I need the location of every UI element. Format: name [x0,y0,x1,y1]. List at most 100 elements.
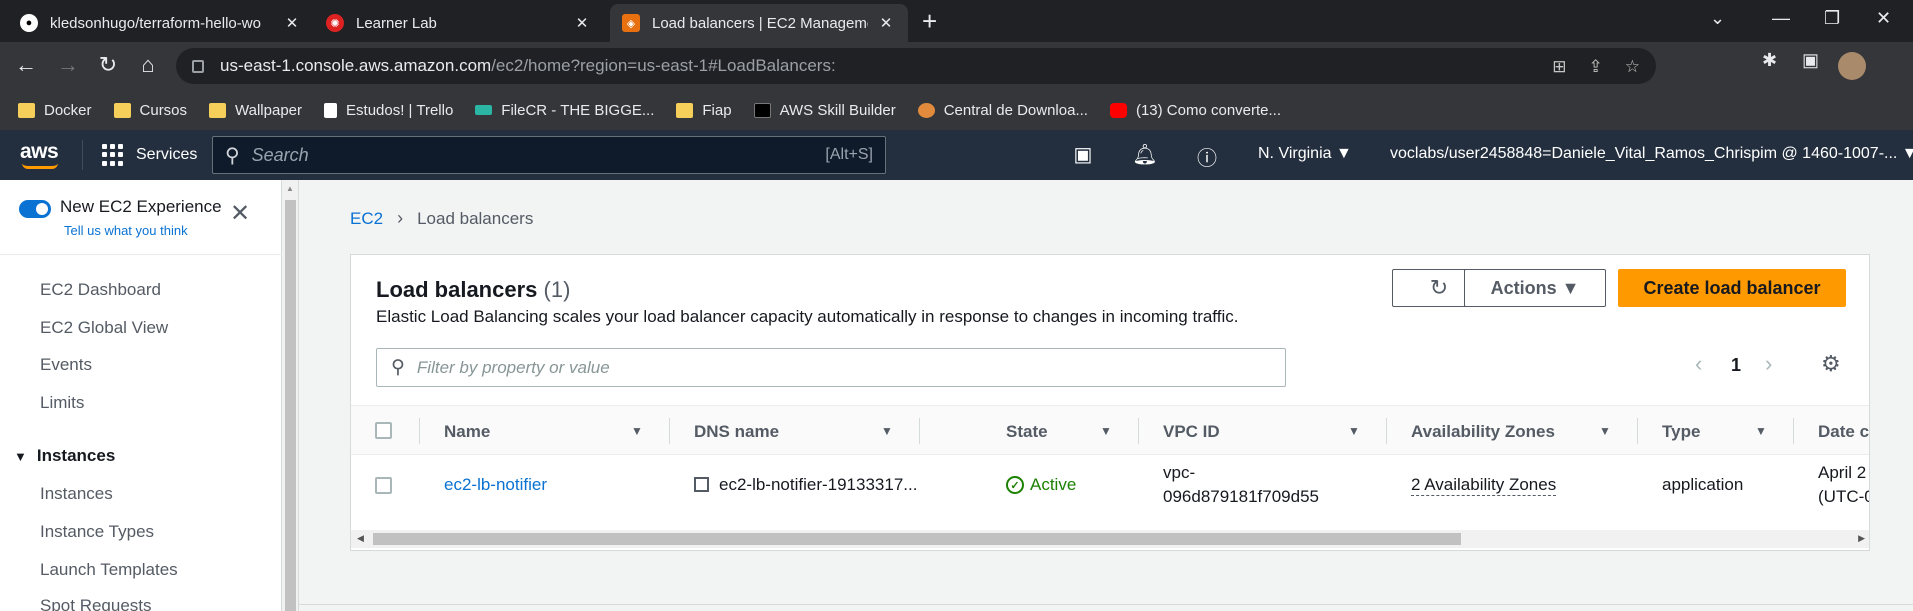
canvas-icon: ✺ [326,14,344,32]
column-header-az[interactable]: Availability Zones [1411,422,1555,442]
aws-logo[interactable]: aws [20,140,59,164]
nav-ec2-global-view[interactable]: EC2 Global View [40,318,168,338]
new-tab-button[interactable]: + [922,6,937,37]
aws-logo-smile [22,163,58,169]
nav-ec2-dashboard[interactable]: EC2 Dashboard [40,280,161,300]
bookmark-wallpaper[interactable]: Wallpaper [209,102,302,119]
minimize-icon[interactable]: — [1772,8,1790,29]
row-checkbox[interactable] [375,477,392,494]
tab-search-icon[interactable]: ⌄ [1710,8,1725,29]
column-header-state[interactable]: State [1006,422,1048,442]
close-window-icon[interactable]: ✕ [1876,8,1891,29]
next-page-icon[interactable]: › [1765,351,1772,377]
title-text: Load balancers [376,277,538,302]
folder-icon [113,102,131,118]
tab-learner-lab[interactable]: ✺ Learner Lab ✕ [314,4,604,42]
sort-icon[interactable]: ▼ [631,424,643,438]
share-icon[interactable]: ⇪ [1589,57,1603,77]
bookmark-trello[interactable]: Estudos! | Trello [324,102,453,119]
side-panel-icon[interactable]: ▣ [1802,50,1819,71]
scroll-up-icon[interactable]: ▲ [286,184,294,193]
bookmark-docker[interactable]: Docker [18,102,92,119]
bookmark-central-downloads[interactable]: Central de Downloa... [917,102,1088,119]
column-header-type[interactable]: Type [1662,422,1700,442]
tab-github[interactable]: ● kledsonhugo/terraform-hello-wo ✕ [8,4,314,42]
column-header-name[interactable]: Name [444,422,490,442]
bookmark-fiap[interactable]: Fiap [676,101,732,119]
close-tab-icon[interactable]: ✕ [282,14,302,32]
copy-icon[interactable] [694,477,709,492]
address-bar-row: ← → ↻ ⌂ us-east-1.console.aws.amazon.com… [0,42,1913,90]
tab-load-balancers[interactable]: ◈ Load balancers | EC2 Managemen ✕ [610,4,908,42]
sort-icon[interactable]: ▼ [881,424,893,438]
reload-icon[interactable]: ↻ [94,52,122,78]
help-icon[interactable]: ⓘ [1194,142,1220,171]
nav-instance-types[interactable]: Instance Types [40,522,154,542]
breadcrumb-ec2-link[interactable]: EC2 [350,209,383,229]
forward-icon[interactable]: → [54,52,82,78]
column-header-date[interactable]: Date c [1818,422,1869,442]
load-balancer-name-link[interactable]: ec2-lb-notifier [444,475,547,495]
filter-input[interactable] [416,357,1285,378]
dns-name: ec2-lb-notifier-19133317... [719,475,918,494]
scrollbar-thumb[interactable] [373,533,1461,545]
scroll-left-icon[interactable]: ◀ [357,533,364,544]
create-load-balancer-button[interactable]: Create load balancer [1618,269,1846,307]
load-balancers-table-container: Load balancers (1) Elastic Load Balancin… [350,254,1870,551]
bookmark-cursos[interactable]: Cursos [113,102,187,119]
table-row[interactable]: ec2-lb-notifier ec2-lb-notifier-19133317… [351,455,1870,515]
extensions-icon[interactable]: ✱ [1762,50,1777,71]
feedback-link[interactable]: Tell us what you think [64,223,188,238]
bookmark-filecr[interactable]: FileCR - THE BIGGE... [475,102,654,119]
search-input[interactable] [251,144,826,166]
select-all-checkbox[interactable] [375,422,392,439]
bookmark-youtube[interactable]: (13) Como converte... [1109,101,1282,119]
notifications-bell-icon[interactable]: 🔔︎ [1132,142,1158,167]
restore-icon[interactable]: ❐ [1824,8,1840,29]
table-horizontal-scrollbar[interactable]: ◀ ▶ [351,530,1869,548]
account-menu[interactable]: voclabs/user2458848=Daniele_Vital_Ramos_… [1390,145,1913,163]
actions-button[interactable]: Actions ▼ [1464,269,1606,307]
sort-icon[interactable]: ▼ [1599,424,1611,438]
translate-icon[interactable]: ⊞ [1552,57,1566,77]
bookmark-label: Fiap [702,101,732,119]
refresh-icon: ↻ [1429,275,1449,300]
close-tab-icon[interactable]: ✕ [876,14,896,32]
scroll-right-icon[interactable]: ▶ [1858,533,1865,544]
previous-page-icon[interactable]: ‹ [1695,351,1702,377]
bookmark-label: (13) Como converte... [1135,101,1282,119]
nav-spot-requests[interactable]: Spot Requests [40,596,152,611]
profile-avatar[interactable] [1838,52,1866,80]
date-created-line2: (UTC-0 [1818,487,1870,506]
nav-events[interactable]: Events [40,355,92,375]
gear-icon[interactable]: ⚙ [1821,351,1841,377]
column-header-vpc[interactable]: VPC ID [1163,422,1220,442]
nav-limits[interactable]: Limits [40,393,84,413]
nav-instances[interactable]: Instances [40,484,113,504]
youtube-icon [1109,102,1127,118]
home-icon[interactable]: ⌂ [134,52,162,78]
sort-icon[interactable]: ▼ [1755,424,1767,438]
column-header-dns[interactable]: DNS name [694,422,779,442]
nav-section-instances[interactable]: ▼ Instances [14,446,115,466]
nav-launch-templates[interactable]: Launch Templates [40,560,178,580]
close-nav-icon[interactable]: ✕ [230,202,250,226]
new-experience-toggle[interactable] [19,200,51,218]
bookmark-label: Wallpaper [235,101,303,119]
cloudshell-icon[interactable]: ▣ [1070,142,1096,167]
availability-zones-popover[interactable]: 2 Availability Zones [1411,475,1557,496]
sort-icon[interactable]: ▼ [1348,424,1360,438]
services-menu-button[interactable]: Services [102,144,197,166]
bookmark-star-icon[interactable]: ☆ [1625,57,1640,77]
bookmark-aws-skill-builder[interactable]: AWS Skill Builder [753,102,896,119]
lock-icon[interactable] [192,59,204,73]
scrollbar-thumb[interactable] [285,200,296,611]
sidebar-scrollbar[interactable]: ▲ [282,180,299,611]
back-icon[interactable]: ← [12,52,40,78]
region-selector[interactable]: N. Virginia ▼ [1258,145,1352,163]
page-title: Load balancers (1) [376,277,570,303]
page-number[interactable]: 1 [1731,355,1741,376]
close-tab-icon[interactable]: ✕ [572,14,592,32]
url-bar[interactable]: us-east-1.console.aws.amazon.com/ec2/hom… [176,48,1656,84]
sort-icon[interactable]: ▼ [1100,424,1112,438]
